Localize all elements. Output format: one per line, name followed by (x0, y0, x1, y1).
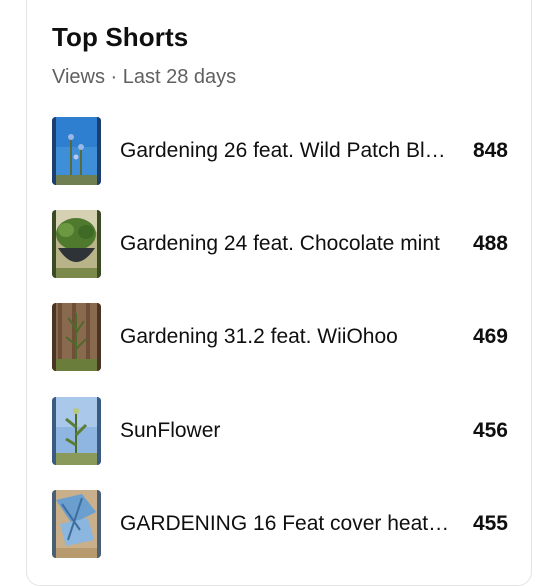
short-row[interactable]: Gardening 26 feat. Wild Patch Blooms 848 (52, 117, 512, 187)
short-views: 456 (472, 419, 508, 442)
short-title: Gardening 26 feat. Wild Patch Blooms (120, 139, 450, 162)
hanging-basket-image (52, 210, 101, 278)
short-thumbnail (52, 117, 101, 185)
sunflower-image (52, 397, 101, 465)
short-views: 455 (472, 512, 508, 535)
short-thumbnail (52, 397, 101, 465)
short-thumbnail (52, 210, 101, 278)
short-views: 488 (472, 232, 508, 255)
short-title: Gardening 24 feat. Chocolate mint (120, 232, 440, 255)
blue-cover-image (52, 490, 101, 558)
short-views: 848 (472, 139, 508, 162)
short-views: 469 (472, 325, 508, 348)
short-title: SunFlower (120, 419, 221, 442)
short-row[interactable]: GARDENING 16 Feat cover heat stress 455 (52, 490, 512, 560)
short-thumbnail (52, 303, 101, 371)
short-thumbnail (52, 490, 101, 558)
card-title: Top Shorts (52, 22, 189, 52)
short-row[interactable]: Gardening 31.2 feat. WiiOhoo 469 (52, 303, 512, 373)
card-subtitle: Views · Last 28 days (52, 66, 237, 88)
short-row[interactable]: Gardening 24 feat. Chocolate mint 488 (52, 210, 512, 280)
sky-flowers-image (52, 117, 101, 185)
trellis-fence-image (52, 303, 101, 371)
short-row[interactable]: SunFlower 456 (52, 397, 512, 467)
short-title: Gardening 31.2 feat. WiiOhoo (120, 325, 398, 348)
short-title: GARDENING 16 Feat cover heat stress (120, 512, 450, 535)
